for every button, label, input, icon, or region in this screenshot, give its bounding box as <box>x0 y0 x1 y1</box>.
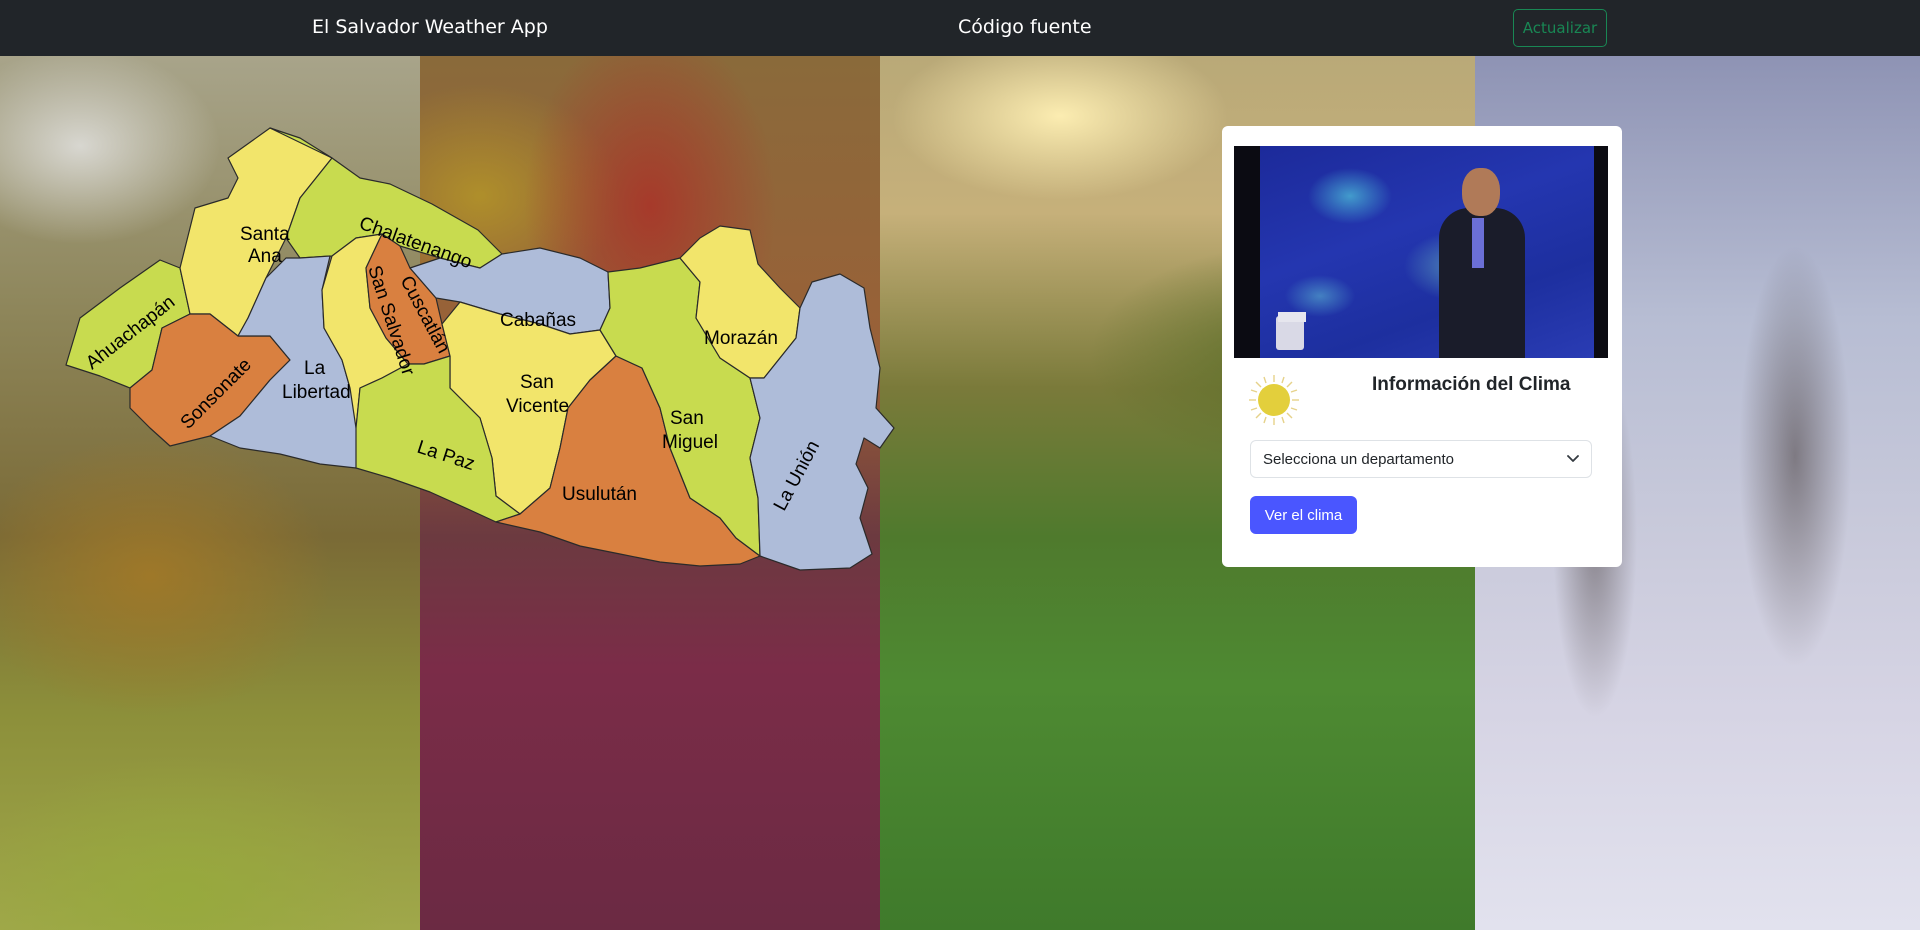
label-la-libertad-line1: La <box>304 358 326 379</box>
label-usulutan: Usulután <box>562 484 637 505</box>
label-san-miguel-line2: Miguel <box>662 432 718 453</box>
presenter-tie <box>1472 218 1484 268</box>
presenter-head <box>1462 168 1500 216</box>
sun-icon <box>1249 375 1299 425</box>
label-santa-ana-line2: Ana <box>248 246 282 267</box>
source-code-link[interactable]: Código fuente <box>958 16 1092 38</box>
refresh-button[interactable]: Actualizar <box>1513 9 1607 47</box>
department-select[interactable]: Selecciona un departamento <box>1250 440 1592 478</box>
see-weather-button[interactable]: Ver el clima <box>1250 496 1357 534</box>
department-select-value: Selecciona un departamento <box>1263 451 1454 468</box>
label-san-vicente-line2: Vicente <box>506 396 569 417</box>
satellite-map-image <box>1260 146 1594 358</box>
navbar: El Salvador Weather App Código fuente Ac… <box>0 0 1920 56</box>
el-salvador-map: Ahuachapán Santa Ana Chalatenango Sonson… <box>60 118 895 578</box>
card-title: Información del Clima <box>1372 374 1571 395</box>
label-san-vicente-line1: San <box>520 372 554 393</box>
time-badge <box>1278 312 1306 322</box>
weather-report-image <box>1234 146 1608 358</box>
label-la-libertad-line2: Libertad <box>282 382 351 403</box>
label-morazan: Morazán <box>704 328 778 349</box>
label-santa-ana-line1: Santa <box>240 224 290 245</box>
weather-card: Información del Clima Selecciona un depa… <box>1222 126 1622 567</box>
map-svg: Ahuachapán Santa Ana Chalatenango Sonson… <box>65 127 895 571</box>
label-cabanas: Cabañas <box>500 310 576 331</box>
brand-link[interactable]: El Salvador Weather App <box>312 16 548 38</box>
label-san-miguel-line1: San <box>670 408 704 429</box>
chevron-down-icon <box>1567 455 1579 462</box>
